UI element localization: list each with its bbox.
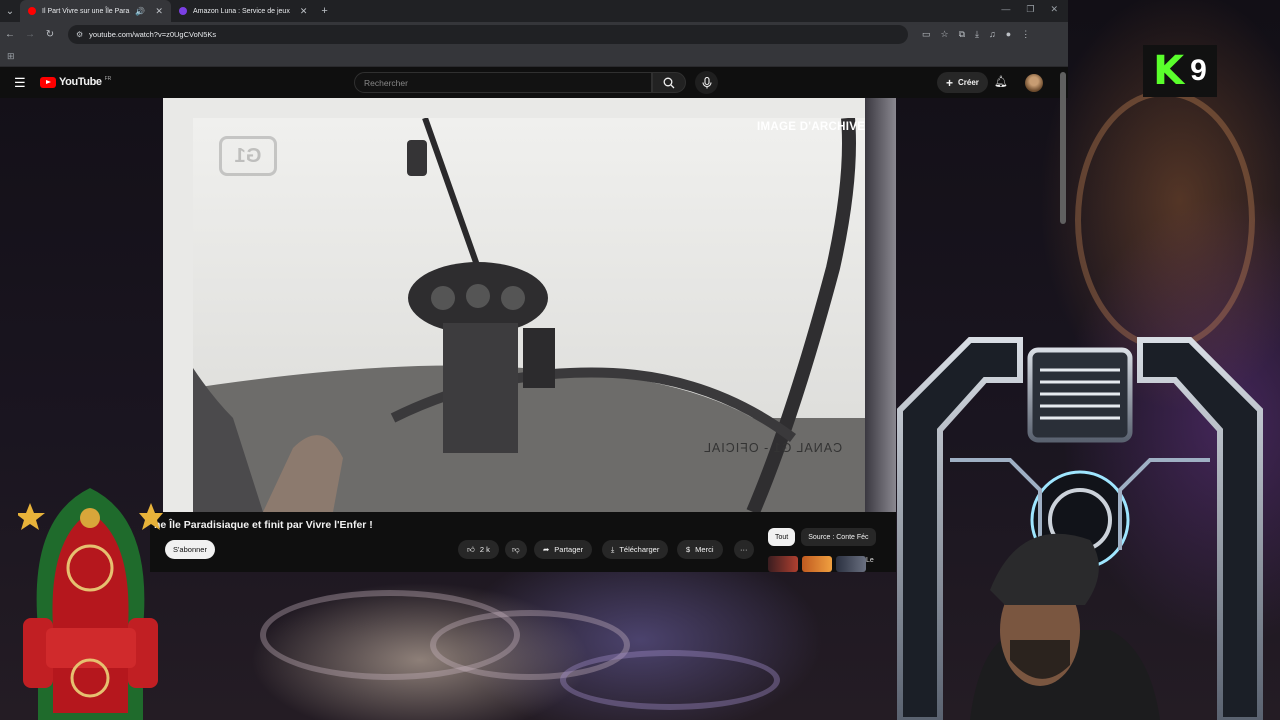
chip-label: Tout [775, 533, 789, 541]
thumbs-down-icon: 👎︎ [512, 544, 520, 554]
k9-channel-badge: K 9 [1143, 45, 1217, 97]
cast-icon[interactable]: ▭ [922, 29, 931, 40]
youtube-header: ☰ YouTube FR Rechercher + Créer 🔔︎ [0, 67, 1068, 98]
profile-icon[interactable]: ● [1006, 29, 1011, 40]
video-title: ne Île Paradisiaque et finit par Vivre l… [154, 519, 373, 531]
minimize-icon[interactable]: — [1001, 4, 1010, 15]
thumbnail-image [836, 556, 866, 572]
address-bar[interactable]: ⚙ youtube.com/watch?v=z0UgCVoN5Ks [68, 25, 908, 44]
youtube-logo[interactable]: YouTube FR [40, 76, 111, 88]
create-label: Créer [958, 78, 979, 87]
subscribe-label: S'abonner [173, 545, 207, 554]
archive-overlay-text: IMAGE D'ARCHIVE [757, 121, 866, 133]
speaker-icon[interactable]: 🔊 [135, 7, 145, 16]
microphone-icon [701, 76, 712, 88]
stream-canvas: ⌄ Il Part Vivre sur une Île Para 🔊 ✕ Ama… [0, 0, 1280, 720]
apps-grid-icon[interactable]: ⊞ [7, 51, 15, 62]
forward-icon[interactable]: → [20, 29, 40, 40]
page-scrollbar[interactable] [1060, 72, 1066, 224]
luna-favicon-icon [178, 7, 187, 15]
search-button[interactable] [652, 72, 686, 93]
url-text: youtube.com/watch?v=z0UgCVoN5Ks [89, 30, 217, 39]
like-count: 2 k [479, 545, 490, 554]
youtube-favicon-icon [28, 7, 36, 15]
bookmarks-bar: ⊞ [0, 47, 1068, 67]
new-tab-button[interactable]: + [315, 5, 333, 17]
create-button[interactable]: + Créer [937, 72, 988, 93]
window-controls: — ❐ ✕ [991, 0, 1068, 19]
site-info-icon[interactable]: ⚙ [76, 30, 83, 39]
tab-title: Il Part Vivre sur une Île Para [42, 7, 130, 15]
toolbar-icons: ▭ ☆ ⧉ ⤓ ♫ ● ⋮ [922, 29, 1030, 40]
thumbnail-image [802, 556, 832, 572]
notifications-bell-icon[interactable]: 🔔︎ [994, 75, 1008, 88]
browser-menu-icon[interactable]: ⋮ [1021, 29, 1030, 40]
channel-watermark-text: CANAL G1 - OFICIAL [703, 441, 843, 455]
download-icon[interactable]: ⤓ [975, 29, 979, 40]
recommended-video-thumbnail[interactable] [768, 556, 866, 572]
search-icon [663, 77, 675, 88]
christmas-throne-decoration [18, 488, 163, 720]
tab-youtube[interactable]: Il Part Vivre sur une Île Para 🔊 ✕ [20, 0, 171, 22]
restore-icon[interactable]: ❐ [1026, 4, 1034, 15]
streamer-webcam [970, 533, 1160, 720]
more-icon: ··· [740, 545, 748, 554]
chip-source[interactable]: Source : Conte Féc [801, 528, 876, 546]
art-vein [1075, 90, 1255, 350]
recommended-video-title[interactable]: Le [866, 557, 874, 564]
chip-all[interactable]: Tout [768, 528, 796, 546]
close-window-icon[interactable]: ✕ [1050, 4, 1058, 15]
share-label: Partager [554, 545, 584, 554]
chip-label: Source : Conte Féc [808, 533, 869, 541]
tab-title: Amazon Luna : Service de jeux [192, 7, 290, 15]
thanks-label: Merci [695, 545, 714, 554]
youtube-wordmark: YouTube [59, 76, 102, 88]
bookmark-star-icon[interactable]: ☆ [941, 29, 949, 40]
search-placeholder: Rechercher [364, 77, 408, 88]
hamburger-menu-icon[interactable]: ☰ [14, 75, 26, 91]
thumbnail-image [768, 556, 798, 572]
tab-amazon-luna[interactable]: Amazon Luna : Service de jeux ✕ [171, 0, 315, 22]
art-vein [560, 650, 780, 710]
back-icon[interactable]: ← [0, 29, 20, 40]
super-thanks-icon: $ [686, 545, 691, 554]
thumbs-up-icon: 👍︎ [467, 544, 475, 554]
plus-icon: + [946, 75, 954, 90]
search-input[interactable]: Rechercher [354, 72, 652, 93]
voice-search-button[interactable] [695, 71, 718, 94]
reload-icon[interactable]: ↻ [40, 29, 60, 40]
download-label: Télécharger [619, 545, 660, 554]
media-control-icon[interactable]: ♫ [989, 29, 996, 40]
share-arrow-icon: ➦ [543, 545, 550, 554]
download-arrow-icon: ⤓ [611, 544, 615, 554]
dislike-button[interactable]: 👎︎ [505, 540, 527, 559]
badge-letter: K [1153, 48, 1185, 94]
browser-toolbar: ← → ↻ ⚙ youtube.com/watch?v=z0UgCVoN5Ks … [0, 22, 1068, 47]
recommendation-chips: Tout Source : Conte Féc [768, 528, 876, 546]
like-button[interactable]: 👍︎ 2 k [458, 540, 499, 559]
tab-list-chevron-icon[interactable]: ⌄ [0, 6, 20, 17]
country-code: FR [104, 76, 112, 82]
share-button[interactable]: ➦ Partager [534, 540, 593, 559]
g1-watermark-logo: G1 [219, 136, 277, 176]
video-player[interactable]: G1 IMAGE D'ARCHIVE CANAL G1 - OFICIAL [163, 98, 896, 512]
youtube-play-icon [40, 76, 56, 88]
close-tab-icon[interactable]: ✕ [155, 6, 163, 17]
extensions-icon[interactable]: ⧉ [959, 29, 965, 40]
badge-number: 9 [1190, 54, 1207, 87]
more-actions-button[interactable]: ··· [734, 540, 754, 559]
browser-tab-strip: ⌄ Il Part Vivre sur une Île Para 🔊 ✕ Ama… [0, 0, 1068, 22]
thanks-button[interactable]: $ Merci [677, 540, 723, 559]
subscribe-button[interactable]: S'abonner [165, 540, 215, 559]
download-button[interactable]: ⤓ Télécharger [602, 540, 669, 559]
account-avatar[interactable] [1025, 74, 1043, 92]
close-tab-icon[interactable]: ✕ [300, 6, 308, 17]
